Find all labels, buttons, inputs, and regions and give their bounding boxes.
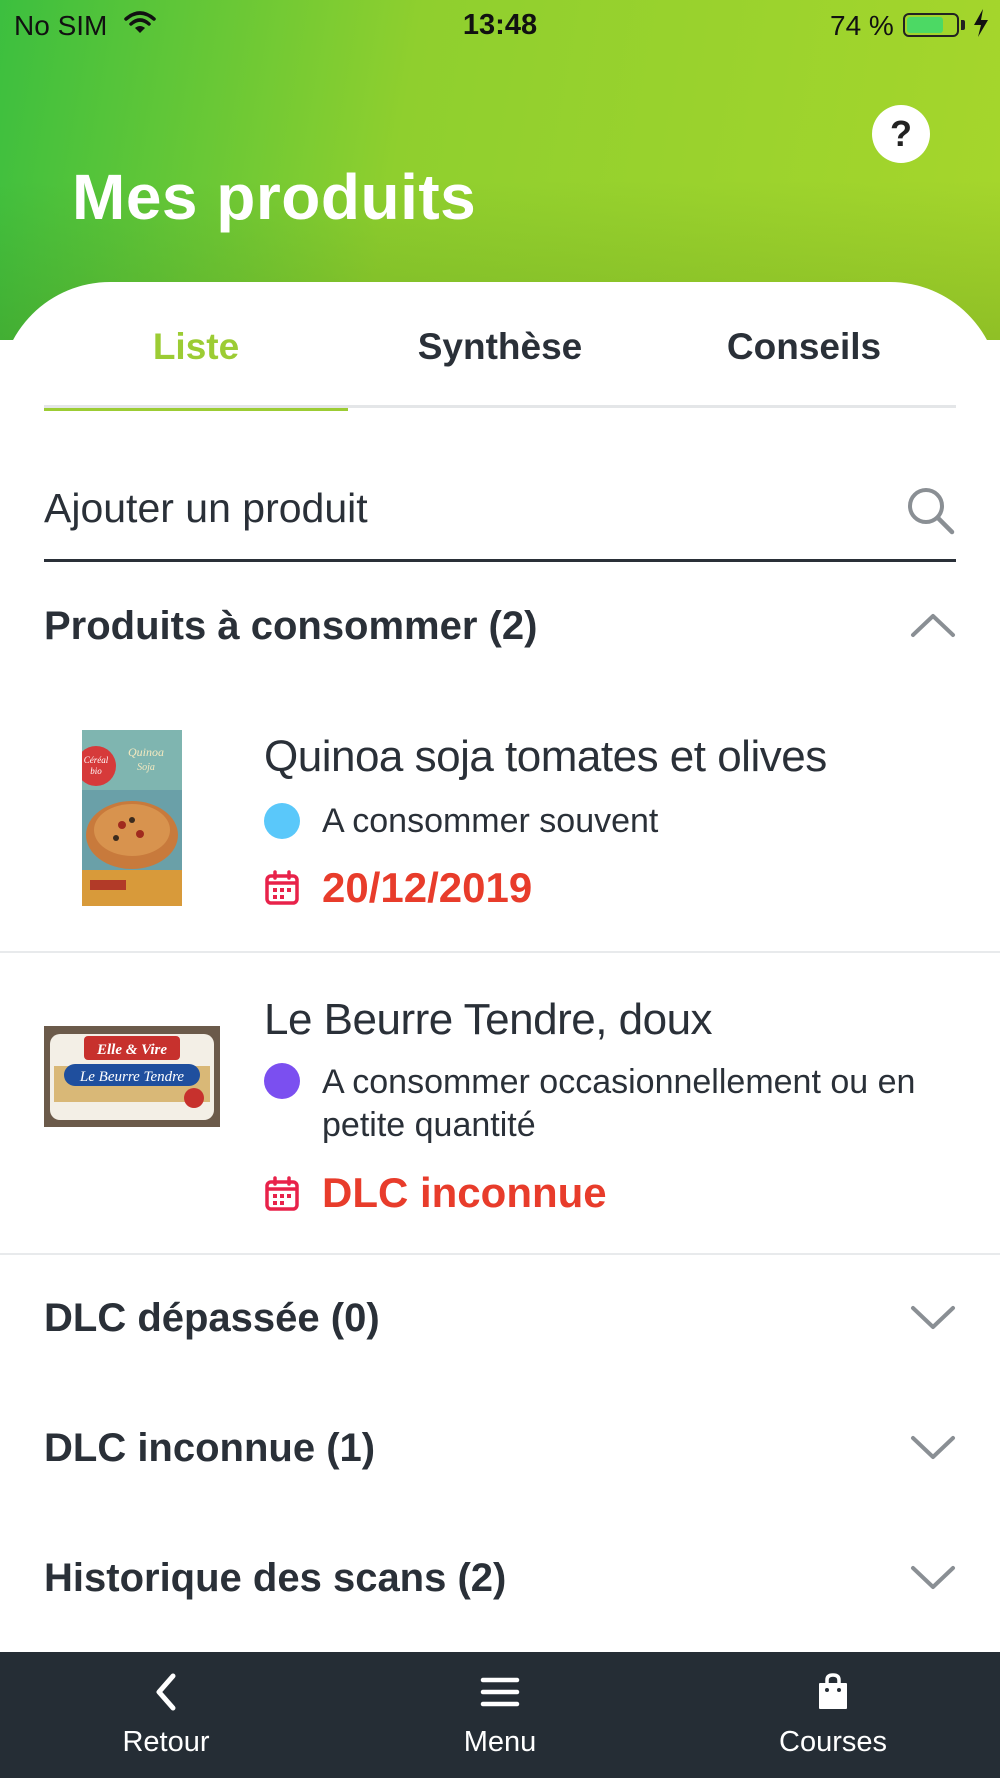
nav-courses[interactable]: Courses [733,1652,933,1778]
chevron-down-icon[interactable] [910,1562,956,1597]
tab-bar: Liste Synthèse Conseils [44,290,956,411]
battery-icon [903,13,959,37]
nav-label: Retour [122,1726,210,1758]
tab-liste[interactable]: Liste [44,290,348,411]
expiry-date: 20/12/2019 [322,864,533,911]
battery-level [907,17,943,33]
charging-icon [972,8,990,45]
section-label: DLC dépassée (0) [44,1296,380,1340]
bottom-nav: Retour Menu Courses [0,1652,1000,1778]
product-row[interactable]: Céréal bio Quinoa Soja Quinoa soja tomat… [0,690,1000,953]
product-name: Quinoa soja tomates et olives [264,732,827,781]
section-dlc-depassee[interactable]: DLC dépassée (0) [44,1284,956,1354]
product-row[interactable]: Elle & Vire Le Beurre Tendre Le Beurre T… [0,955,1000,1255]
chevron-down-icon[interactable] [910,1432,956,1467]
product-name: Le Beurre Tendre, doux [264,995,713,1044]
section-label: DLC inconnue (1) [44,1426,376,1470]
search-input[interactable] [44,478,864,538]
section-dlc-inconnue[interactable]: DLC inconnue (1) [44,1414,956,1484]
svg-text:Quinoa: Quinoa [128,745,164,759]
search-bar [44,468,956,562]
svg-text:Elle & Vire: Elle & Vire [96,1042,167,1058]
svg-text:Le Beurre Tendre: Le Beurre Tendre [79,1069,185,1085]
nav-label: Menu [463,1726,537,1758]
tab-conseils[interactable]: Conseils [652,290,956,408]
svg-text:Soja: Soja [137,762,155,773]
expiry-date: DLC inconnue [322,1169,607,1216]
battery-percent: 74 % [830,10,894,41]
product-image: Elle & Vire Le Beurre Tendre [44,1026,220,1127]
frequency-indicator [264,1063,300,1099]
help-button[interactable]: ? [872,105,930,163]
section-label: Produits à consommer (2) [44,604,538,648]
battery-tip [961,20,965,30]
calendar-icon [264,1176,300,1217]
page-title: Mes produits [72,161,477,233]
nav-retour[interactable]: Retour [66,1652,266,1778]
nav-label: Courses [779,1726,887,1758]
chevron-left-icon [156,1673,176,1711]
section-to-consume[interactable]: Produits à consommer (2) [44,592,956,662]
nav-menu[interactable]: Menu [400,1652,600,1778]
frequency-label: A consommer occasionnellement ou en peti… [322,1063,916,1144]
menu-icon [480,1677,520,1707]
status-bar: No SIM 13:48 74 % [0,0,1000,50]
calendar-icon [264,870,300,911]
shopping-bag-icon [819,1673,847,1709]
tab-synthese[interactable]: Synthèse [348,290,652,408]
chevron-up-icon[interactable] [910,610,956,645]
svg-text:bio: bio [90,766,102,776]
section-label: Historique des scans (2) [44,1556,507,1600]
svg-text:Céréal: Céréal [84,755,109,765]
section-historique-scans[interactable]: Historique des scans (2) [44,1544,956,1614]
frequency-label: A consommer souvent [322,802,659,840]
chevron-down-icon[interactable] [910,1302,956,1337]
product-image: Céréal bio Quinoa Soja [76,730,182,906]
frequency-indicator [264,803,300,839]
search-icon[interactable] [906,486,956,541]
